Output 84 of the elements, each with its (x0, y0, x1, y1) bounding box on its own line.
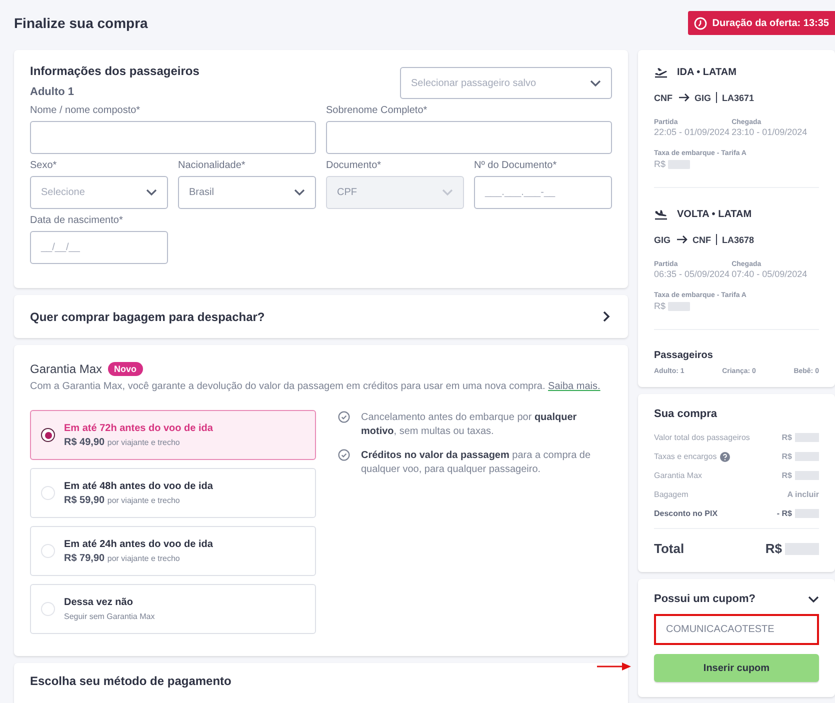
section-title: Garantia Max (30, 362, 102, 376)
radio-button[interactable] (41, 428, 55, 442)
guarantee-option[interactable]: Em até 24h antes do voo de ida R$ 79,90 por viajante e trecho (30, 526, 316, 576)
field-label: Documento* (326, 160, 382, 171)
airport-code: CNF (654, 92, 672, 102)
field-label: Sexo* (30, 160, 58, 171)
chevron-down-icon (808, 596, 819, 602)
arrow-right-icon (676, 235, 688, 244)
passengers-title: Passageiros (654, 350, 714, 361)
total-label: Total (654, 541, 684, 556)
plane-landing-icon (654, 208, 668, 220)
section-title: Possui um cupom? (654, 593, 756, 605)
summary-label: Taxas e encargos (654, 452, 717, 461)
field-label: Nome / nome composto* (30, 105, 142, 116)
clock-icon (694, 16, 708, 30)
select-field[interactable]: Brasil (178, 176, 316, 209)
fee-currency: R$ (654, 159, 666, 169)
section-title: Escolha seu método de pagamento (30, 675, 232, 687)
option-price: R$ 79,90 por viajante e trecho (64, 552, 181, 564)
airport-code: CNF (692, 234, 712, 244)
apply-coupon-button[interactable]: Inserir cupom (654, 654, 819, 682)
chevron-right-icon (603, 311, 610, 322)
redacted-value (785, 542, 819, 554)
summary-label: Garantia Max (654, 471, 702, 480)
flight-number: LA3678 (722, 234, 754, 244)
field-label: Data de nascimento* (30, 215, 124, 226)
offer-timer-text: Duração da oferta: 13:35 (712, 18, 829, 28)
check-circle-icon (338, 449, 350, 461)
flight-title: VOLTA • LATAM (677, 208, 752, 220)
baggage-expander[interactable]: Quer comprar bagagem para despachar? (14, 295, 628, 338)
coupon-input[interactable]: COMUNICACAOTESTE (654, 614, 819, 645)
learn-more-link[interactable]: Saiba mais. (548, 381, 600, 392)
passenger-subtitle: Adulto 1 (30, 86, 75, 98)
guarantee-option[interactable]: Em até 72h antes do voo de ida R$ 49,90 por viajante e trecho (30, 410, 316, 460)
total-value: R$ (765, 541, 782, 556)
chevron-down-icon (294, 189, 305, 196)
input-field[interactable] (326, 121, 612, 154)
guarantee-option[interactable]: Em até 48h antes do voo de ida R$ 59,90 por viajante e trecho (30, 468, 316, 518)
summary-label: Desconto no PIX (654, 509, 718, 518)
arrival-time: 07:40 - 05/09/2024 (732, 269, 808, 279)
input-field[interactable] (30, 121, 316, 154)
summary-value: R$ (782, 452, 819, 461)
field-label: Nº do Documento* (474, 160, 558, 171)
option-price: R$ 59,90 por viajante e trecho (64, 494, 181, 506)
option-price: R$ 49,90 por viajante e trecho (64, 436, 181, 448)
option-title: Em até 24h antes do voo de ida (64, 538, 213, 550)
field-label: Nacionalidade* (178, 160, 246, 171)
pointer-arrow-icon (597, 662, 631, 671)
summary-value: R$ (782, 433, 819, 442)
option-price: Seguir sem Garantia Max (64, 610, 155, 622)
section-title: Sua compra (654, 408, 718, 420)
chevron-down-icon (442, 189, 453, 196)
benefit-text: Créditos no valor da passagem para a compra de qualquer voo, para qualquer passageiro. (361, 449, 592, 477)
plane-takeoff-icon (654, 66, 668, 78)
chevron-down-icon (146, 189, 157, 196)
airport-code: GIG (654, 234, 671, 244)
departure-time: 06:35 - 05/09/2024 (654, 269, 730, 279)
page-title: Finalize sua compra (14, 15, 148, 31)
flight-number: LA3671 (722, 92, 754, 102)
departure-time: 22:05 - 01/09/2024 (654, 127, 730, 137)
redacted-value (668, 160, 690, 168)
chevron-down-icon (590, 80, 601, 86)
help-icon (720, 452, 730, 462)
option-title: Dessa vez não (64, 596, 134, 608)
new-badge: Novo (108, 362, 143, 376)
arrow-right-icon (678, 93, 690, 102)
option-title: Em até 48h antes do voo de ida (64, 480, 213, 492)
guarantee-option[interactable]: Dessa vez não Seguir sem Garantia Max (30, 584, 316, 634)
redacted-value (668, 302, 690, 310)
benefit-text: Cancelamento antes do embarque por qualquer motivo, sem multas ou taxas. (361, 411, 578, 439)
summary-label: Valor total dos passageiros (654, 433, 750, 442)
guarantee-description: Com a Garantia Max, você garante a devolução do valor da passagem em créditos para usar em uma nova compra. Saiba mais. (30, 380, 602, 394)
option-title: Em até 72h antes do voo de ida (64, 422, 213, 434)
arrival-time: 23:10 - 01/09/2024 (732, 127, 808, 137)
section-title: Informações dos passageiros (30, 64, 200, 78)
check-circle-icon (338, 411, 350, 423)
flight-title: IDA • LATAM (677, 66, 736, 78)
airport-code: GIG (694, 92, 712, 102)
fee-currency: R$ (654, 301, 666, 311)
summary-value: A incluir (787, 490, 819, 499)
summary-value: R$ (782, 471, 819, 480)
summary-value: - R$ (776, 509, 819, 518)
summary-label: Bagagem (654, 490, 688, 499)
field-label: Sobrenome Completo* (326, 105, 428, 116)
